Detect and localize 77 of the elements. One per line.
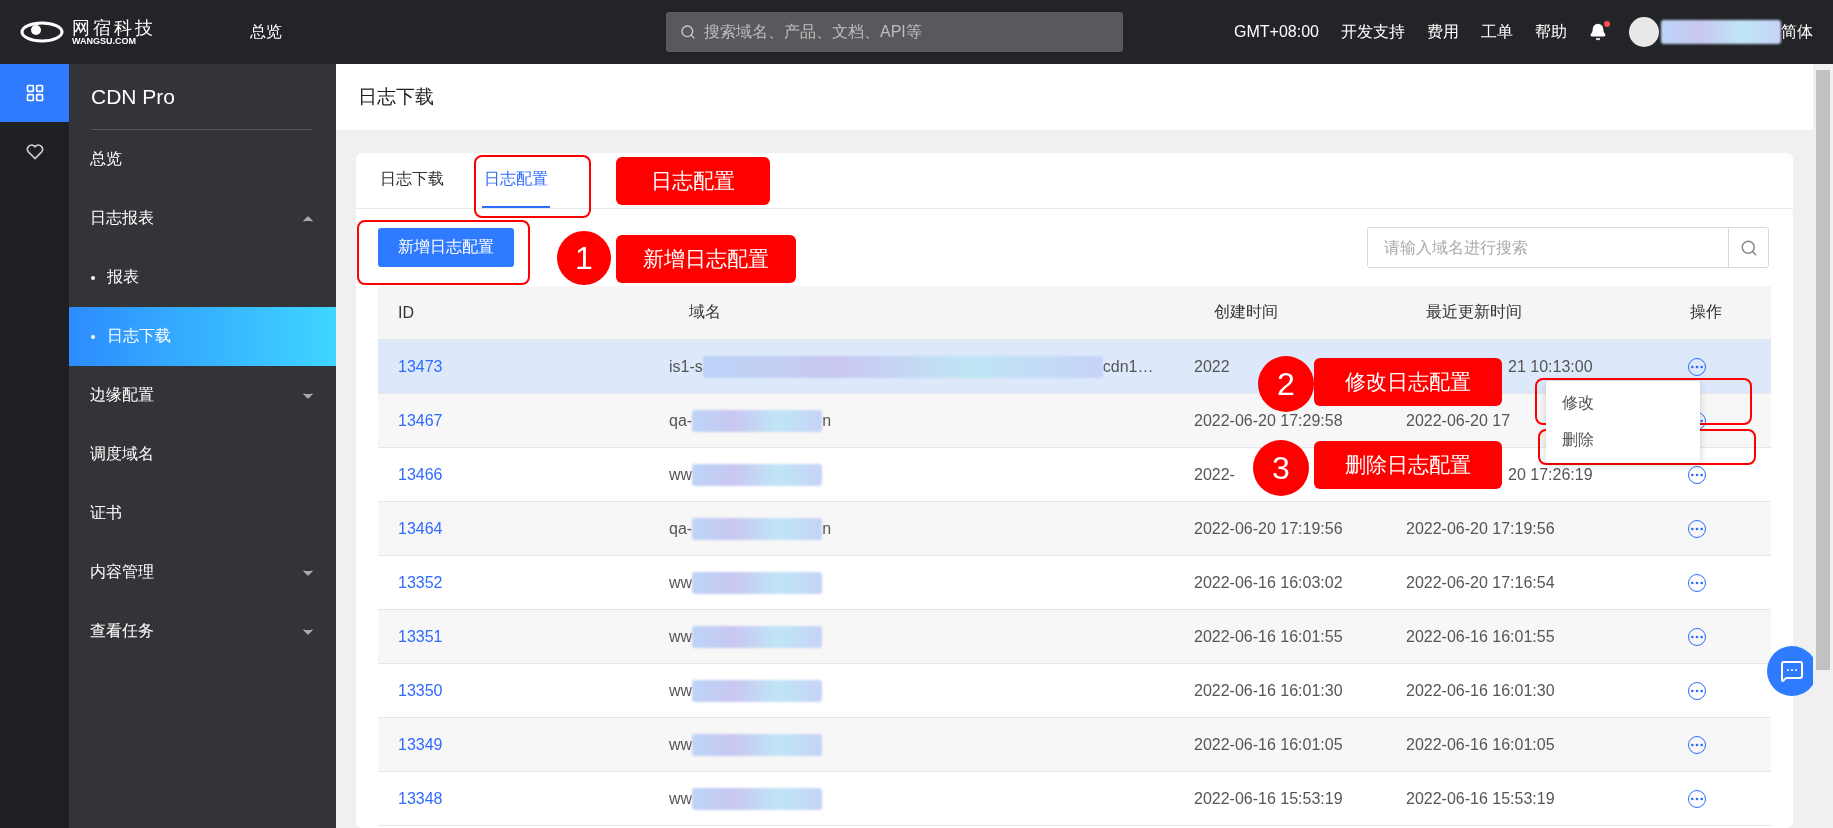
sidebar-item[interactable]: 报表 — [69, 248, 336, 307]
logo-icon — [20, 19, 64, 45]
callout-label: 新增日志配置 — [616, 235, 796, 283]
table-cell: 2022-06-20 17:29:58 — [1194, 411, 1343, 430]
step-number: 1 — [557, 231, 611, 285]
table-cell-text: 21 10:13:00 — [1507, 357, 1593, 376]
column-header: 操作 — [1689, 302, 1723, 322]
avatar[interactable] — [1629, 17, 1659, 47]
sidebar-group[interactable]: 内容管理 — [69, 543, 336, 602]
table-cell: ww — [669, 573, 693, 592]
language-link[interactable]: 简体 — [1781, 21, 1813, 43]
add-button[interactable]: 新增日志配置 — [378, 228, 514, 267]
table-cell: ww — [669, 681, 693, 700]
table-cell: 2022- — [1194, 465, 1235, 484]
id-link[interactable]: 13349 — [378, 735, 443, 753]
table-cell: 2022-06-20 17:19:56 — [1406, 519, 1555, 538]
search-field[interactable]: 搜索域名、产品、文档、API等 — [666, 12, 1123, 52]
table-cell: n — [822, 411, 832, 430]
nav-link[interactable]: 总览 — [250, 21, 282, 43]
table-cell: ww — [669, 735, 693, 754]
id-link[interactable]: 13467 — [378, 411, 443, 429]
logo-text: WANGSU.COM — [72, 36, 137, 46]
callout-label: 删除日志配置 — [1314, 441, 1502, 489]
tab[interactable]: 日志配置 — [482, 153, 550, 208]
table-cell: 2022-06-20 17:16:54 — [1406, 573, 1555, 592]
table-cell: 2022-06-20 17:19:56 — [1194, 519, 1343, 538]
table-cell: 2022-06-16 16:01:55 — [1406, 627, 1555, 646]
callout-label: 修改日志配置 — [1314, 358, 1502, 406]
id-link[interactable]: 13348 — [378, 789, 443, 807]
table-cell: n — [822, 519, 832, 538]
menu-item[interactable]: 删除 — [1546, 422, 1700, 459]
column-header: ID — [397, 303, 415, 322]
table-cell: qa- — [669, 519, 693, 538]
header-link[interactable]: 开发支持 — [1341, 21, 1405, 43]
table-cell: 2022-06-20 17 — [1406, 411, 1511, 430]
table-cell: ww — [669, 465, 693, 484]
sidebar-item[interactable]: 总览 — [69, 130, 336, 189]
callout-label: 日志配置 — [616, 157, 770, 205]
search-icon — [680, 24, 696, 40]
column-header: 创建时间 — [1213, 302, 1279, 322]
sidebar-item[interactable]: 调度域名 — [69, 425, 336, 484]
column-header: 域名 — [688, 302, 722, 322]
table-cell: cdn1… — [1102, 357, 1154, 376]
table-cell: 2022-06-16 15:53:19 — [1406, 789, 1555, 808]
logo-text: 网宿科技 — [72, 18, 156, 37]
id-link[interactable]: 13464 — [378, 519, 443, 537]
id-link[interactable]: 13473 — [378, 357, 443, 375]
table-cell: 2022 — [1194, 357, 1230, 376]
table-cell: 2022-06-16 16:01:30 — [1194, 681, 1343, 700]
tab[interactable]: 日志下载 — [378, 153, 446, 208]
table-cell: 2022-06-16 16:01:05 — [1194, 735, 1343, 754]
table-cell: qa- — [669, 411, 693, 430]
column-header: 最近更新时间 — [1425, 302, 1523, 322]
grid-icon[interactable] — [0, 64, 69, 122]
menu-item[interactable]: 修改 — [1546, 385, 1700, 422]
table-cell: 2022-06-16 16:01:05 — [1406, 735, 1555, 754]
id-link[interactable]: 13466 — [378, 465, 443, 483]
table-cell: 2022-06-16 15:53:19 — [1194, 789, 1343, 808]
header-link[interactable]: GMT+08:00 — [1234, 23, 1319, 41]
table-cell: 2022-06-16 16:01:55 — [1194, 627, 1343, 646]
sidebar-item[interactable]: 证书 — [69, 484, 336, 543]
bell-icon[interactable] — [1589, 23, 1607, 41]
id-link[interactable]: 13350 — [378, 681, 443, 699]
header-link[interactable]: 帮助 — [1535, 21, 1567, 43]
table-cell: is1-s — [669, 357, 703, 376]
id-link[interactable]: 13352 — [378, 573, 443, 591]
sidebar-title: CDN Pro — [91, 64, 312, 130]
sidebar-group[interactable]: 边缘配置 — [69, 366, 336, 425]
sidebar-group[interactable]: 查看任务 — [69, 602, 336, 661]
header-link[interactable]: 费用 — [1427, 21, 1459, 43]
table-cell: 2022-06-16 16:01:30 — [1406, 681, 1555, 700]
id-link[interactable]: 13351 — [378, 627, 443, 645]
header-link[interactable]: 工单 — [1481, 21, 1513, 43]
table-cell: 2022-06-16 16:03:02 — [1194, 573, 1343, 592]
table-cell: ww — [669, 627, 693, 646]
sidebar-group[interactable]: 日志报表 — [69, 189, 336, 248]
table-cell: ww — [669, 789, 693, 808]
